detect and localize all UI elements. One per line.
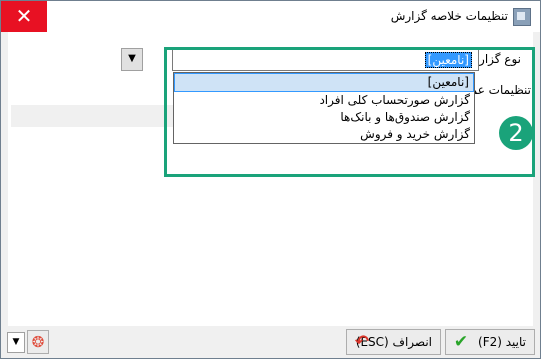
checkmark-icon: ✔ bbox=[453, 332, 469, 352]
dropdown-item-purchase-sales[interactable]: گزارش خرید و فروش bbox=[174, 126, 474, 143]
button-bar: تایید (F2) ✔ انصراف (ESC) ↶ ▼ ❂ bbox=[1, 326, 540, 358]
dropdown-item-undefined[interactable]: [نامعین] bbox=[174, 73, 474, 92]
report-type-dropdown-list: [نامعین] گزارش صورتحساب کلی افراد گزارش … bbox=[173, 72, 475, 144]
settings-strip bbox=[11, 105, 175, 127]
dropdown-item-account-statement[interactable]: گزارش صورتحساب کلی افراد bbox=[174, 92, 474, 109]
close-button[interactable]: ✕ bbox=[1, 1, 47, 32]
callout-number-badge: 2 bbox=[499, 116, 533, 150]
window-title: تنظیمات خلاصه گزارش bbox=[390, 9, 508, 23]
options-dropdown[interactable]: ▼ bbox=[7, 332, 25, 353]
report-type-selected-value: [نامعین] bbox=[424, 52, 472, 68]
app-icon bbox=[513, 8, 531, 26]
cancel-button[interactable]: انصراف (ESC) ↶ bbox=[346, 329, 441, 355]
close-icon: ✕ bbox=[15, 4, 33, 28]
chevron-down-icon: ▼ bbox=[12, 337, 20, 347]
dropdown-item-cash-banks[interactable]: گزارش صندوق‌ها و بانک‌ها bbox=[174, 109, 474, 126]
ok-button[interactable]: تایید (F2) ✔ bbox=[445, 329, 535, 355]
help-button[interactable]: ❂ bbox=[27, 330, 49, 354]
report-type-combo[interactable]: [نامعین] bbox=[172, 48, 479, 71]
undo-arrow-icon: ↶ bbox=[354, 332, 370, 352]
ok-button-label: تایید (F2) bbox=[478, 335, 526, 349]
general-settings-label: تنظیمات عم bbox=[471, 83, 531, 97]
lifebuoy-icon: ❂ bbox=[31, 333, 45, 351]
dialog-window: ✕ تنظیمات خلاصه گزارش نوع گزارش: [نامعین… bbox=[0, 0, 541, 359]
title-bar: ✕ تنظیمات خلاصه گزارش bbox=[1, 1, 540, 32]
content-panel: نوع گزارش: [نامعین] ▼ تنظیمات عم [نامعین… bbox=[8, 32, 535, 327]
chevron-down-icon: ▼ bbox=[128, 53, 136, 64]
report-type-dropdown-button[interactable]: ▼ bbox=[121, 48, 143, 71]
